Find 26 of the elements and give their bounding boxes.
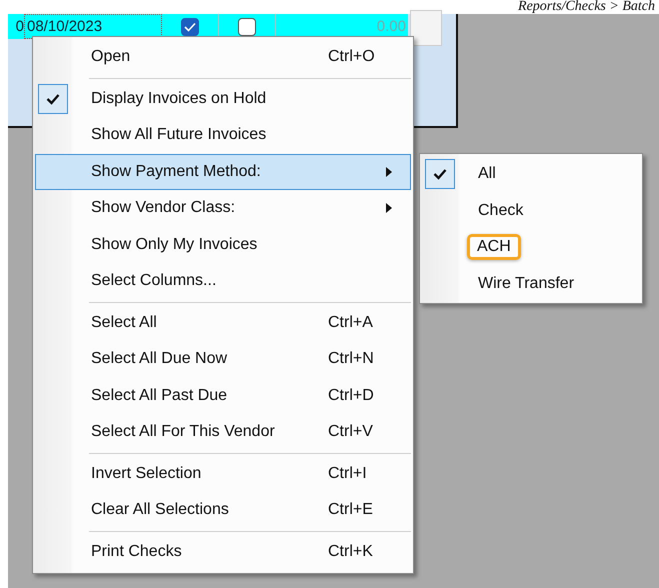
amount-cell-text: 0.00 [376, 17, 407, 37]
menu-item[interactable]: Select All Ctrl+A [35, 304, 411, 341]
check-icon [46, 92, 60, 105]
menu-item[interactable]: ACH [422, 229, 640, 266]
menu-item[interactable]: Show All Future Invoices [35, 117, 411, 154]
menu-item[interactable]: Select Columns... [35, 263, 411, 300]
check-icon [184, 22, 196, 32]
menu-item[interactable]: Display Invoices on Hold [35, 80, 411, 117]
menu-item[interactable]: Clear All Selections Ctrl+E [35, 492, 411, 528]
menu-item[interactable]: Select All Past Due Ctrl+D [35, 378, 411, 414]
menu-item[interactable]: Open Ctrl+O [35, 39, 411, 76]
checkbox[interactable] [238, 18, 256, 36]
menu-item[interactable]: Show Vendor Class: [35, 190, 411, 226]
menu-item[interactable]: Check [422, 192, 640, 229]
menu-item[interactable]: Show Only My Invoices [35, 226, 411, 263]
menu-item[interactable]: Wire Transfer [422, 266, 640, 302]
menu-item[interactable]: Select All For This Vendor Ctrl+V [35, 414, 411, 450]
menu-item[interactable]: Invert Selection Ctrl+I [35, 456, 411, 492]
table-cell-text: 0 [14, 17, 24, 37]
checkbox[interactable] [181, 18, 199, 36]
breadcrumb-text: Reports/Checks > Batch [518, 0, 655, 14]
menu-item[interactable]: All [422, 156, 640, 192]
menu-item[interactable]: Show Payment Method: [35, 154, 411, 190]
check-icon [433, 168, 447, 180]
menu-item[interactable]: Select All Due Now Ctrl+N [35, 341, 411, 378]
menu-item[interactable]: Print Checks Ctrl+K [35, 534, 411, 570]
